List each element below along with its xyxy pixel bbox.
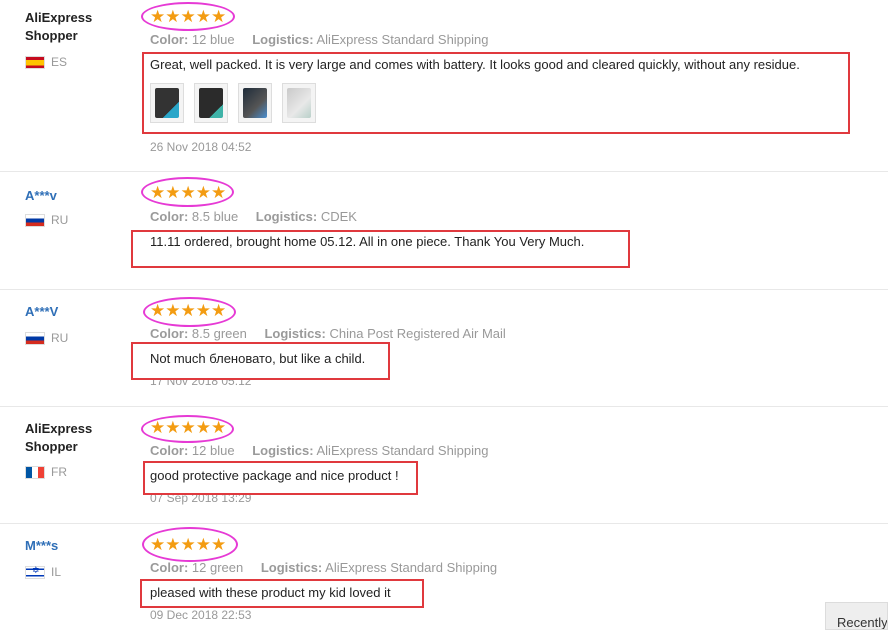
logistics-value: AliExpress Standard Shipping [316,443,489,458]
review-item: AliExpress Shopper FR ★★★★★ Color: 12 bl… [0,406,888,524]
reviewer-country: RU [25,213,68,227]
reviewer-country: RU [25,331,68,345]
logistics-value: AliExpress Standard Shipping [325,560,498,575]
color-label: Color: [150,326,189,341]
review-item: A***v RU ★★★★★ Color: 8.5 blue Logistics… [0,171,888,290]
logistics-label: Logistics: [252,443,314,458]
review-meta: Color: 12 green Logistics: AliExpress St… [150,560,497,575]
reviewer-name[interactable]: A***v [25,187,135,205]
review-text: Not much бленовато, but like a child. [150,351,366,366]
highlight-oval [143,297,236,327]
israel-flag-icon [25,565,45,579]
color-label: Color: [150,32,189,47]
logistics-value: CDEK [320,209,357,224]
highlight-oval [141,177,234,207]
reviewer-country: FR [25,465,67,479]
logistics-value: AliExpress Standard Shipping [316,32,489,47]
color-label: Color: [150,560,189,575]
country-code: ES [51,55,68,69]
reviewer-name[interactable]: M***s [25,537,135,555]
country-code: RU [51,213,69,227]
review-meta: Color: 12 blue Logistics: AliExpress Sta… [150,32,489,47]
color-value: 12 blue [191,443,235,458]
color-label: Color: [150,443,189,458]
review-item: M***s IL ★★★★★ Color: 12 green Logistics… [0,523,888,630]
russia-flag-icon [25,213,45,227]
country-code: FR [51,465,67,479]
review-meta: Color: 12 blue Logistics: AliExpress Sta… [150,443,489,458]
color-value: 12 green [191,560,244,575]
review-item: A***V RU ★★★★★ Color: 8.5 green Logistic… [0,289,888,407]
review-meta: Color: 8.5 green Logistics: China Post R… [150,326,506,341]
logistics-value: China Post Registered Air Mail [329,326,506,341]
color-value: 8.5 blue [191,209,239,224]
review-meta: Color: 8.5 blue Logistics: CDEK [150,209,357,224]
highlight-oval [142,527,238,562]
color-value: 8.5 green [191,326,247,341]
review-text: pleased with these product my kid loved … [150,585,391,600]
logistics-label: Logistics: [264,326,326,341]
color-value: 12 blue [191,32,235,47]
france-flag-icon [25,465,45,479]
recently-viewed-tab[interactable]: Recently [825,602,888,630]
review-item: AliExpress Shopper ES ★★★★★ Color: 12 bl… [0,0,888,172]
review-date: 26 Nov 2018 04:52 [150,140,252,154]
highlight-box [142,52,850,134]
color-label: Color: [150,209,189,224]
review-text: good protective package and nice product… [150,468,399,483]
review-text: 11.11 ordered, brought home 05.12. All i… [150,234,585,249]
review-date: 09 Dec 2018 22:53 [150,608,252,622]
reviewer-country: IL [25,565,61,579]
spain-flag-icon [25,55,45,69]
logistics-label: Logistics: [255,209,318,224]
logistics-label: Logistics: [252,32,314,47]
russia-flag-icon [25,331,45,345]
reviewer-name[interactable]: AliExpress Shopper [25,420,135,456]
reviewer-name[interactable]: A***V [25,303,135,321]
reviewer-country: ES [25,55,67,69]
reviewer-name[interactable]: AliExpress Shopper [25,9,135,45]
country-code: IL [51,565,62,579]
country-code: RU [51,331,69,345]
highlight-oval [141,415,234,443]
logistics-label: Logistics: [260,560,323,575]
highlight-oval [141,2,235,31]
